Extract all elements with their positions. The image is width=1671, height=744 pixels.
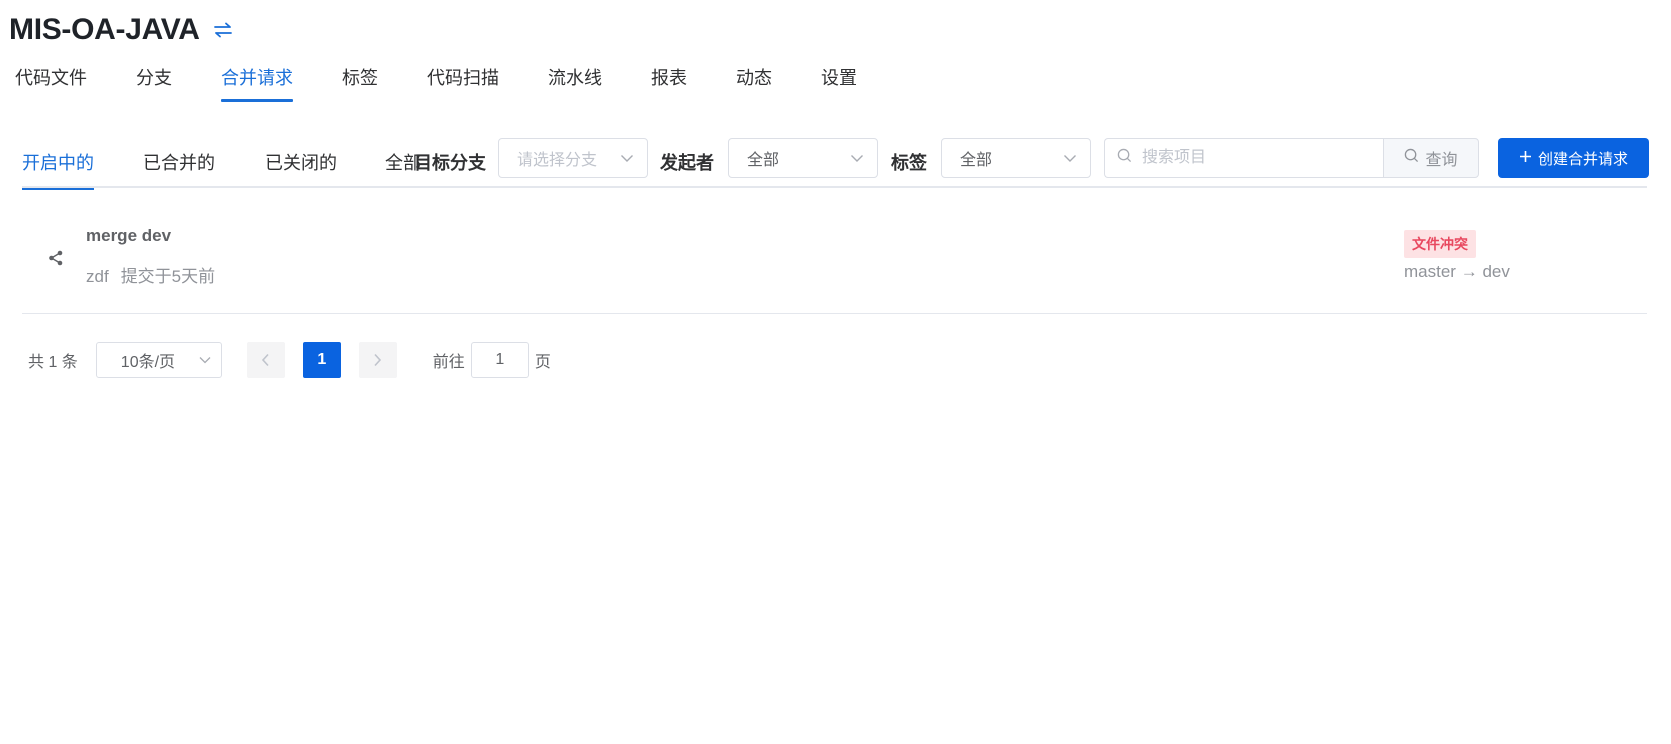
repo-nav: 代码文件 分支 合并请求 标签 代码扫描 流水线 报表 动态 设置 (15, 60, 906, 102)
nav-code-files[interactable]: 代码文件 (15, 60, 87, 102)
target-branch-placeholder: 请选择分支 (517, 152, 598, 169)
search-input[interactable] (1140, 148, 1370, 168)
author-select-value: 全部 (747, 152, 780, 169)
nav-pipeline[interactable]: 流水线 (548, 60, 602, 102)
create-merge-request-button[interactable]: 创建合并请求 (1498, 138, 1649, 178)
tab-merged[interactable]: 已合并的 (143, 138, 215, 188)
tab-closed[interactable]: 已关闭的 (265, 138, 337, 188)
repo-title: MIS-OA-JAVA (9, 13, 200, 46)
search-group: 查询 (1104, 138, 1479, 178)
merge-request-author: zdf (86, 267, 109, 286)
merge-request-title[interactable]: merge dev (86, 226, 171, 246)
nav-tags[interactable]: 标签 (342, 60, 378, 102)
target-branch-select[interactable]: 请选择分支 (498, 138, 648, 178)
chevron-down-icon (619, 150, 635, 166)
share-icon (48, 250, 66, 268)
conflict-badge: 文件冲突 (1404, 230, 1476, 258)
tab-open[interactable]: 开启中的 (22, 138, 94, 190)
arrow-right-icon: → (1460, 262, 1478, 281)
goto-label: 前往 (432, 354, 465, 371)
merge-request-row[interactable]: merge dev zdf 提交于5天前 文件冲突 master → dev (22, 218, 1647, 314)
page-number-current[interactable]: 1 (302, 342, 341, 378)
nav-reports[interactable]: 报表 (651, 60, 687, 102)
switch-arrows-icon[interactable] (212, 19, 234, 41)
chevron-down-icon (199, 351, 211, 369)
tag-select-value: 全部 (960, 152, 993, 169)
branch-flow: master → dev (1404, 262, 1510, 282)
page-size-value: 10条/页 (120, 354, 176, 371)
search-button-label: 查询 (1425, 152, 1458, 169)
goto-page-input[interactable] (470, 342, 529, 378)
merge-request-time: 提交于5天前 (120, 267, 216, 286)
search-button[interactable]: 查询 (1383, 138, 1479, 178)
search-icon (1117, 148, 1132, 168)
next-page-button[interactable] (358, 342, 397, 378)
chevron-down-icon (849, 150, 865, 166)
total-count: 共 1 条 (28, 354, 78, 371)
goto-suffix: 页 (534, 354, 551, 371)
target-branch-label: 目标分支 (414, 153, 486, 173)
chevron-down-icon (1062, 150, 1078, 166)
pagination: 共 1 条 10条/页 1 前往 页 (28, 342, 551, 378)
nav-code-scan[interactable]: 代码扫描 (427, 60, 499, 102)
plus-icon (1519, 150, 1532, 167)
target-branch: dev (1482, 262, 1510, 281)
author-select[interactable]: 全部 (728, 138, 878, 178)
page-size-select[interactable]: 10条/页 (95, 342, 222, 378)
nav-branches[interactable]: 分支 (136, 60, 172, 102)
tag-select[interactable]: 全部 (941, 138, 1091, 178)
tag-label: 标签 (891, 153, 927, 173)
repo-header: MIS-OA-JAVA (9, 10, 234, 50)
source-branch: master (1404, 262, 1456, 281)
author-label: 发起者 (660, 153, 714, 173)
merge-request-meta: zdf 提交于5天前 (86, 262, 215, 287)
prev-page-button[interactable] (246, 342, 285, 378)
nav-activity[interactable]: 动态 (736, 60, 772, 102)
search-field[interactable] (1104, 138, 1383, 178)
nav-settings[interactable]: 设置 (821, 60, 857, 102)
search-icon (1404, 148, 1419, 168)
create-button-label: 创建合并请求 (1537, 150, 1628, 168)
nav-merge-requests[interactable]: 合并请求 (221, 60, 293, 102)
